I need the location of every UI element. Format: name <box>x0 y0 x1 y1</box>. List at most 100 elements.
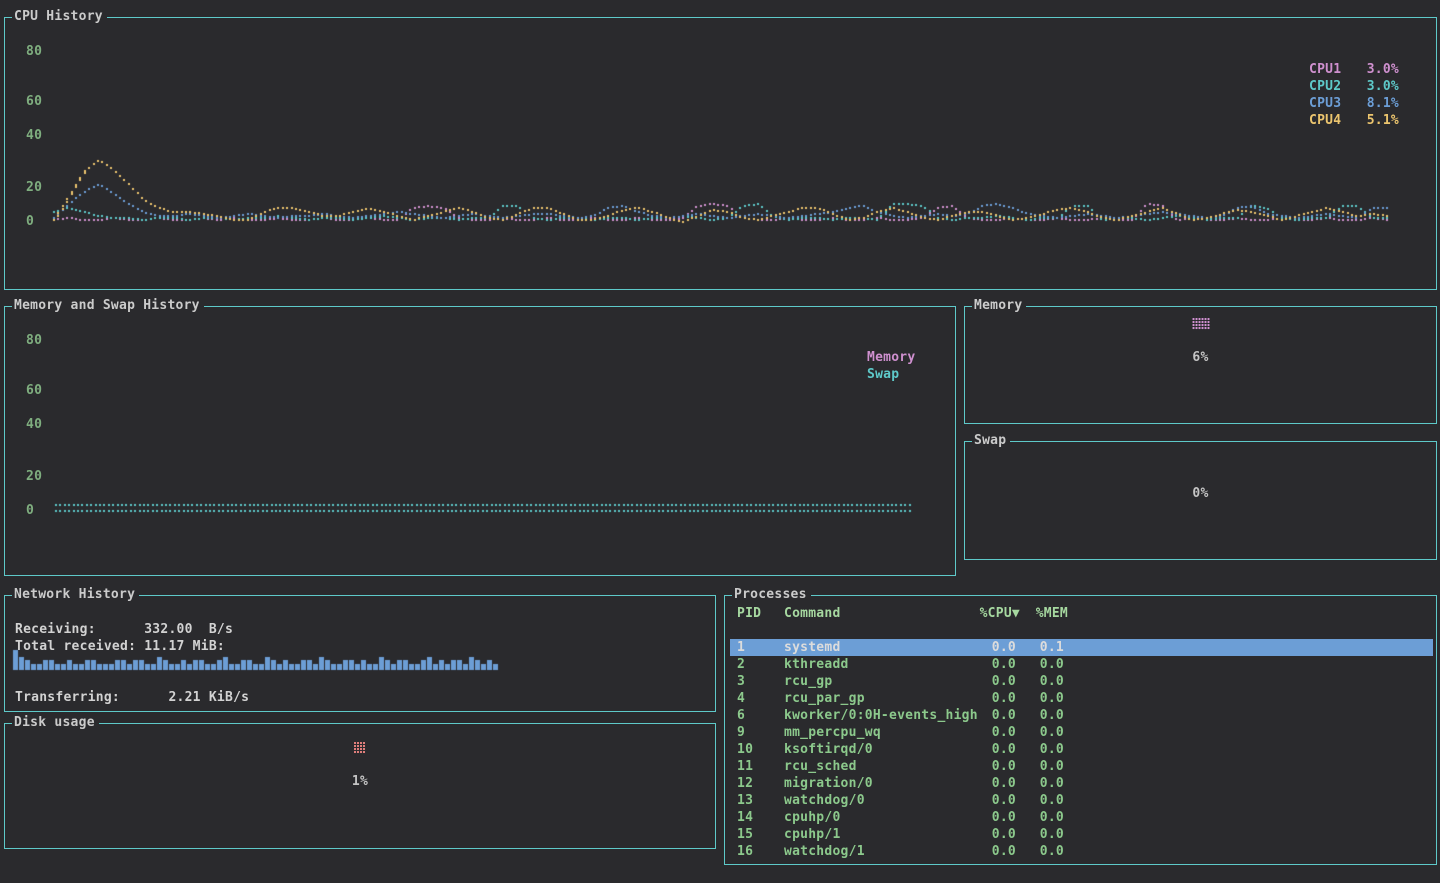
y-axis-tick: 0 <box>26 503 34 518</box>
process-mem-percent: 0.0 <box>1016 707 1064 724</box>
y-axis-tick: 20 <box>26 469 42 484</box>
process-cpu-percent: 0.0 <box>970 741 1016 758</box>
process-mem-percent: 0.0 <box>1016 775 1064 792</box>
process-mem-percent: 0.0 <box>1016 826 1064 843</box>
header-pid: PID <box>730 605 784 622</box>
panel-memory-gauge: Memory 6% <box>964 306 1437 424</box>
process-row[interactable]: 9mm_percpu_wq0.00.0 <box>730 724 1433 741</box>
network-transferring-line: Transferring: 2.21 KiB/s <box>15 690 249 705</box>
memory-gauge-title: Memory <box>972 298 1026 314</box>
process-pid: 2 <box>730 656 784 673</box>
cpu-legend-value: 5.1% <box>1367 112 1399 129</box>
y-axis-tick: 80 <box>26 44 42 59</box>
panel-processes: Processes PIDCommand%CPU▼%MEM 1systemd0.… <box>724 595 1437 865</box>
network-receiving-line: Receiving: 332.00 B/s <box>15 622 233 637</box>
process-command: watchdog/0 <box>784 792 970 809</box>
cpu-legend-label: CPU4 <box>1309 112 1341 129</box>
process-row[interactable]: 3rcu_gp0.00.0 <box>730 673 1433 690</box>
cpu-legend-value: 8.1% <box>1367 95 1399 112</box>
memory-swap-legend-entry: Memory <box>867 349 957 366</box>
memory-swap-history-chart <box>5 307 955 575</box>
process-mem-percent: 0.0 <box>1016 792 1064 809</box>
process-cpu-percent: 0.0 <box>970 656 1016 673</box>
process-cpu-percent: 0.0 <box>970 707 1016 724</box>
process-pid: 1 <box>730 639 784 656</box>
process-command: ksoftirqd/0 <box>784 741 970 758</box>
y-axis-tick: 60 <box>26 94 42 109</box>
cpu-legend-entry: CPU3 8.1% <box>1309 95 1399 112</box>
memory-gauge-percent: 6% <box>965 351 1436 365</box>
process-row[interactable]: 2kthreadd0.00.0 <box>730 656 1433 673</box>
network-receive-sparkline <box>9 647 709 671</box>
cpu-legend-value: 3.0% <box>1367 61 1399 78</box>
process-row[interactable]: 1systemd0.00.1 <box>730 639 1433 656</box>
process-pid: 11 <box>730 758 784 775</box>
disk-gauge-percent: 1% <box>5 775 715 789</box>
process-cpu-percent: 0.0 <box>970 826 1016 843</box>
process-pid: 15 <box>730 826 784 843</box>
process-mem-percent: 0.0 <box>1016 724 1064 741</box>
cpu-legend-entry: CPU1 3.0% <box>1309 61 1399 78</box>
y-axis-tick: 40 <box>26 128 42 143</box>
disk-usage-title: Disk usage <box>12 715 99 731</box>
process-cpu-percent: 0.0 <box>970 792 1016 809</box>
memory-gauge-fill <box>1192 318 1209 330</box>
process-pid: 13 <box>730 792 784 809</box>
process-row[interactable]: 15cpuhp/10.00.0 <box>730 826 1433 843</box>
process-mem-percent: 0.0 <box>1016 656 1064 673</box>
y-axis-tick: 20 <box>26 180 42 195</box>
y-axis-tick: 80 <box>26 333 42 348</box>
process-command: watchdog/1 <box>784 843 970 860</box>
cpu-legend: CPU1 3.0% CPU2 3.0% CPU3 8.1% CPU4 5.1% <box>1309 61 1399 129</box>
process-command: cpuhp/0 <box>784 809 970 826</box>
process-row[interactable]: 11rcu_sched0.00.0 <box>730 758 1433 775</box>
memory-swap-legend-label: Memory <box>867 349 915 366</box>
process-mem-percent: 0.0 <box>1016 809 1064 826</box>
process-command: kworker/0:0H-events_high <box>784 707 970 724</box>
memory-swap-legend-entry: Swap <box>867 366 957 383</box>
cpu-legend-label: CPU2 <box>1309 78 1341 95</box>
header-cpu-sort: %CPU▼ <box>970 605 1020 622</box>
panel-cpu-history: CPU History 806040200 CPU13.0%CPU23.0%CP… <box>4 17 1437 290</box>
panel-swap-gauge: Swap 0% <box>964 441 1437 560</box>
process-command: mm_percpu_wq <box>784 724 970 741</box>
process-row[interactable]: 13watchdog/00.00.0 <box>730 792 1433 809</box>
process-row[interactable]: 16watchdog/10.00.0 <box>730 843 1433 860</box>
header-mem: %MEM <box>1020 605 1068 622</box>
memory-swap-legend-label: Swap <box>867 366 899 383</box>
process-mem-percent: 0.0 <box>1016 758 1064 775</box>
process-cpu-percent: 0.0 <box>970 809 1016 826</box>
process-row[interactable]: 6kworker/0:0H-events_high0.00.0 <box>730 707 1433 724</box>
process-row[interactable]: 14cpuhp/00.00.0 <box>730 809 1433 826</box>
swap-gauge-percent: 0% <box>965 487 1436 501</box>
process-mem-percent: 0.1 <box>1016 639 1064 656</box>
process-pid: 3 <box>730 673 784 690</box>
process-command: migration/0 <box>784 775 970 792</box>
process-row[interactable]: 4rcu_par_gp0.00.0 <box>730 690 1433 707</box>
cpu-legend-entry: CPU2 3.0% <box>1309 78 1399 95</box>
cpu-history-chart <box>5 18 1436 289</box>
process-row[interactable]: 12migration/00.00.0 <box>730 775 1433 792</box>
process-pid: 14 <box>730 809 784 826</box>
header-command: Command <box>784 605 970 622</box>
process-table-rows: 1systemd0.00.12kthreadd0.00.03rcu_gp0.00… <box>730 639 1433 860</box>
process-row[interactable]: 10ksoftirqd/00.00.0 <box>730 741 1433 758</box>
process-command: rcu_par_gp <box>784 690 970 707</box>
cpu-legend-value: 3.0% <box>1367 78 1399 95</box>
disk-gauge-fill <box>354 742 366 754</box>
process-pid: 4 <box>730 690 784 707</box>
process-pid: 12 <box>730 775 784 792</box>
y-axis-tick: 0 <box>26 214 34 229</box>
cpu-legend-label: CPU3 <box>1309 95 1341 112</box>
process-pid: 9 <box>730 724 784 741</box>
process-cpu-percent: 0.0 <box>970 775 1016 792</box>
cpu-legend-label: CPU1 <box>1309 61 1341 78</box>
process-table-header: PIDCommand%CPU▼%MEM <box>730 605 1433 622</box>
process-mem-percent: 0.0 <box>1016 690 1064 707</box>
process-cpu-percent: 0.0 <box>970 690 1016 707</box>
process-cpu-percent: 0.0 <box>970 673 1016 690</box>
process-pid: 16 <box>730 843 784 860</box>
processes-title: Processes <box>732 587 811 603</box>
process-command: rcu_gp <box>784 673 970 690</box>
process-mem-percent: 0.0 <box>1016 843 1064 860</box>
